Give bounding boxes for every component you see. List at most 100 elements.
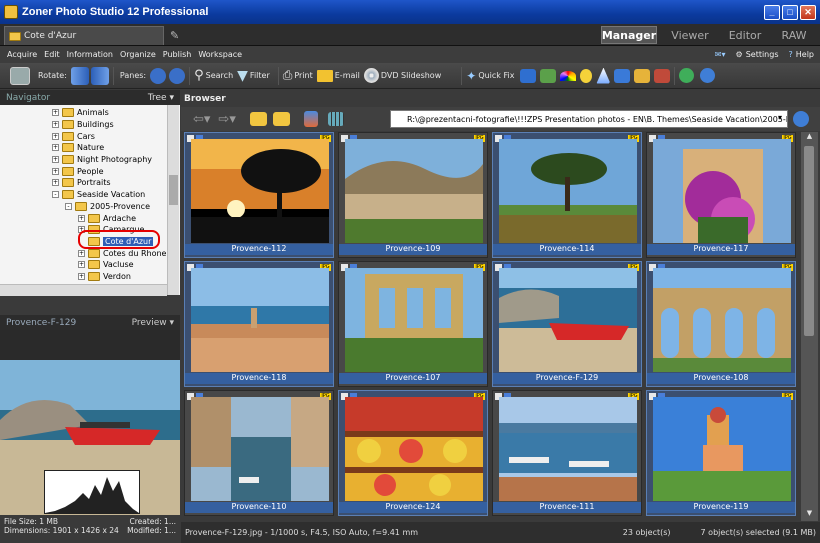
tree-item[interactable]: + Verdon	[0, 271, 180, 283]
thumbnail-item[interactable]: JPG Provence-112	[184, 132, 334, 258]
tree-item[interactable]: - Seaside Vacation	[0, 189, 180, 201]
levels-icon[interactable]	[520, 68, 537, 83]
thumbnail-item[interactable]: JPG Provence-111	[492, 390, 642, 516]
camera-icon[interactable]	[10, 66, 30, 85]
tab-manager[interactable]: Manager	[601, 26, 657, 44]
tree-expander[interactable]: +	[52, 156, 59, 164]
tree-expander[interactable]: +	[52, 121, 59, 129]
minimize-button[interactable]: _	[764, 4, 780, 20]
color-icon[interactable]	[560, 70, 577, 81]
thumbnail-item[interactable]: JPG Provence-110	[184, 390, 334, 516]
menu-workspace[interactable]: Workspace	[198, 50, 242, 59]
magic-wand-icon[interactable]: ✦	[466, 69, 476, 83]
preview-dropdown[interactable]: Preview ▾	[132, 318, 174, 328]
menu-acquire[interactable]: Acquire	[7, 50, 37, 59]
thumbnail-item[interactable]: JPG Provence-107	[338, 261, 488, 387]
thumbnail-item[interactable]: JPG Provence-F-129	[492, 261, 642, 387]
tree-expander[interactable]: -	[52, 191, 59, 199]
thumbnail-item[interactable]: JPG Provence-119	[646, 390, 796, 516]
tree-item[interactable]: + People	[0, 165, 180, 177]
view-mode-icon[interactable]	[327, 112, 344, 126]
tree-dropdown[interactable]: Tree ▾	[148, 93, 174, 103]
tree-expander[interactable]: +	[52, 179, 59, 187]
refresh-icon[interactable]	[793, 111, 809, 127]
tree-expander[interactable]: +	[52, 132, 59, 140]
tree-expander[interactable]: +	[78, 249, 85, 257]
forward-arrow-icon[interactable]: ⇨▾	[218, 112, 235, 127]
rotate-left-icon[interactable]	[70, 66, 89, 85]
tree-expander[interactable]: +	[52, 144, 59, 152]
tree-item[interactable]: - 2005-Provence	[0, 201, 180, 213]
navigator-scrollbar[interactable]	[167, 105, 179, 295]
thumbnail-item[interactable]: JPG Provence-109	[338, 132, 488, 258]
curves-icon[interactable]	[614, 68, 631, 83]
tree-item[interactable]: + Ardache	[0, 212, 180, 224]
scroll-thumb[interactable]	[169, 175, 178, 205]
tree-expander[interactable]: -	[65, 202, 72, 210]
tree-item[interactable]: + Vacluse	[0, 259, 180, 271]
scroll-up-arrow[interactable]: ▲	[801, 132, 818, 144]
pane-k-icon[interactable]	[150, 67, 167, 84]
tree-item[interactable]: + Portraits	[0, 177, 180, 189]
filter-button[interactable]: Filter	[250, 71, 270, 80]
thumbnail-item[interactable]: JPG Provence-124	[338, 390, 488, 516]
binoculars-icon[interactable]: ⚲	[194, 68, 204, 83]
email-button[interactable]: E-mail	[335, 71, 360, 80]
tree-expander[interactable]: +	[78, 261, 85, 269]
export-icon[interactable]	[634, 68, 651, 83]
menu-edit[interactable]: Edit	[44, 50, 60, 59]
tree-item[interactable]: + Night Photography	[0, 154, 180, 166]
tree-item[interactable]: + Animals	[0, 107, 180, 119]
tab-raw[interactable]: RAW	[774, 26, 814, 44]
rotate-right-icon[interactable]	[90, 66, 109, 85]
tree-item[interactable]: + Cars	[0, 130, 180, 142]
document-tab[interactable]: Cote d'Azur	[4, 26, 164, 45]
maximize-button[interactable]: □	[782, 4, 798, 20]
navigator-hscrollbar[interactable]	[0, 284, 167, 296]
scroll-down-arrow[interactable]: ▼	[801, 509, 818, 521]
printer-icon[interactable]: ⎙	[283, 68, 293, 83]
quick-fix-button[interactable]: Quick Fix	[478, 71, 514, 80]
favorite-folder-icon[interactable]	[272, 112, 290, 126]
settings-button[interactable]: Settings	[746, 50, 779, 59]
thumbnail-item[interactable]: JPG Provence-114	[492, 132, 642, 258]
pane-home-icon[interactable]	[169, 67, 186, 84]
tree-expander[interactable]: +	[78, 214, 85, 222]
help-icon[interactable]: ?	[789, 50, 793, 59]
filter-icon[interactable]: ▼	[237, 68, 248, 84]
dvd-icon[interactable]	[363, 68, 379, 83]
gear-icon[interactable]: ⚙	[736, 50, 743, 59]
thumbnail-item[interactable]: JPG Provence-118	[184, 261, 334, 387]
search-button[interactable]: Search	[206, 71, 233, 80]
batch-icon[interactable]	[654, 68, 671, 83]
tree-item[interactable]: + Buildings	[0, 119, 180, 131]
tree-expander[interactable]: +	[52, 109, 59, 117]
zoom-out-icon[interactable]	[700, 68, 716, 83]
tab-editor[interactable]: Editor	[720, 26, 770, 44]
back-arrow-icon[interactable]: ⇦▾	[193, 112, 210, 127]
sort-icon[interactable]	[303, 111, 318, 127]
dvd-slideshow-button[interactable]: DVD Slideshow	[381, 71, 441, 80]
tab-viewer[interactable]: Viewer	[664, 26, 716, 44]
sharpen-icon[interactable]	[596, 67, 611, 84]
tree-expander[interactable]: +	[52, 167, 59, 175]
browser-scrollbar[interactable]: ▲ ▼	[801, 132, 818, 521]
zoom-in-icon[interactable]	[679, 68, 695, 83]
mail-dropdown-icon[interactable]: ✉▾	[715, 50, 726, 59]
email-icon[interactable]	[316, 69, 333, 82]
menu-organize[interactable]: Organize	[120, 50, 156, 59]
path-field[interactable]: R:\@prezentacni-fotografie\!!!ZPS Presen…	[390, 110, 788, 128]
folder-up-icon[interactable]	[249, 112, 267, 126]
help-button[interactable]: Help	[796, 50, 814, 59]
path-dropdown-icon[interactable]: ▾	[778, 113, 782, 122]
menu-publish[interactable]: Publish	[163, 50, 192, 59]
close-button[interactable]: ✕	[800, 4, 816, 20]
pin-icon[interactable]: ✎	[170, 29, 179, 42]
menu-information[interactable]: Information	[67, 50, 113, 59]
thumbnail-item[interactable]: JPG Provence-117	[646, 132, 796, 258]
tree-expander[interactable]: +	[78, 272, 85, 280]
tree-item[interactable]: + Nature	[0, 142, 180, 154]
print-button[interactable]: Print	[294, 71, 312, 80]
lightbulb-icon[interactable]	[580, 68, 593, 83]
scroll-thumb[interactable]	[804, 146, 814, 336]
